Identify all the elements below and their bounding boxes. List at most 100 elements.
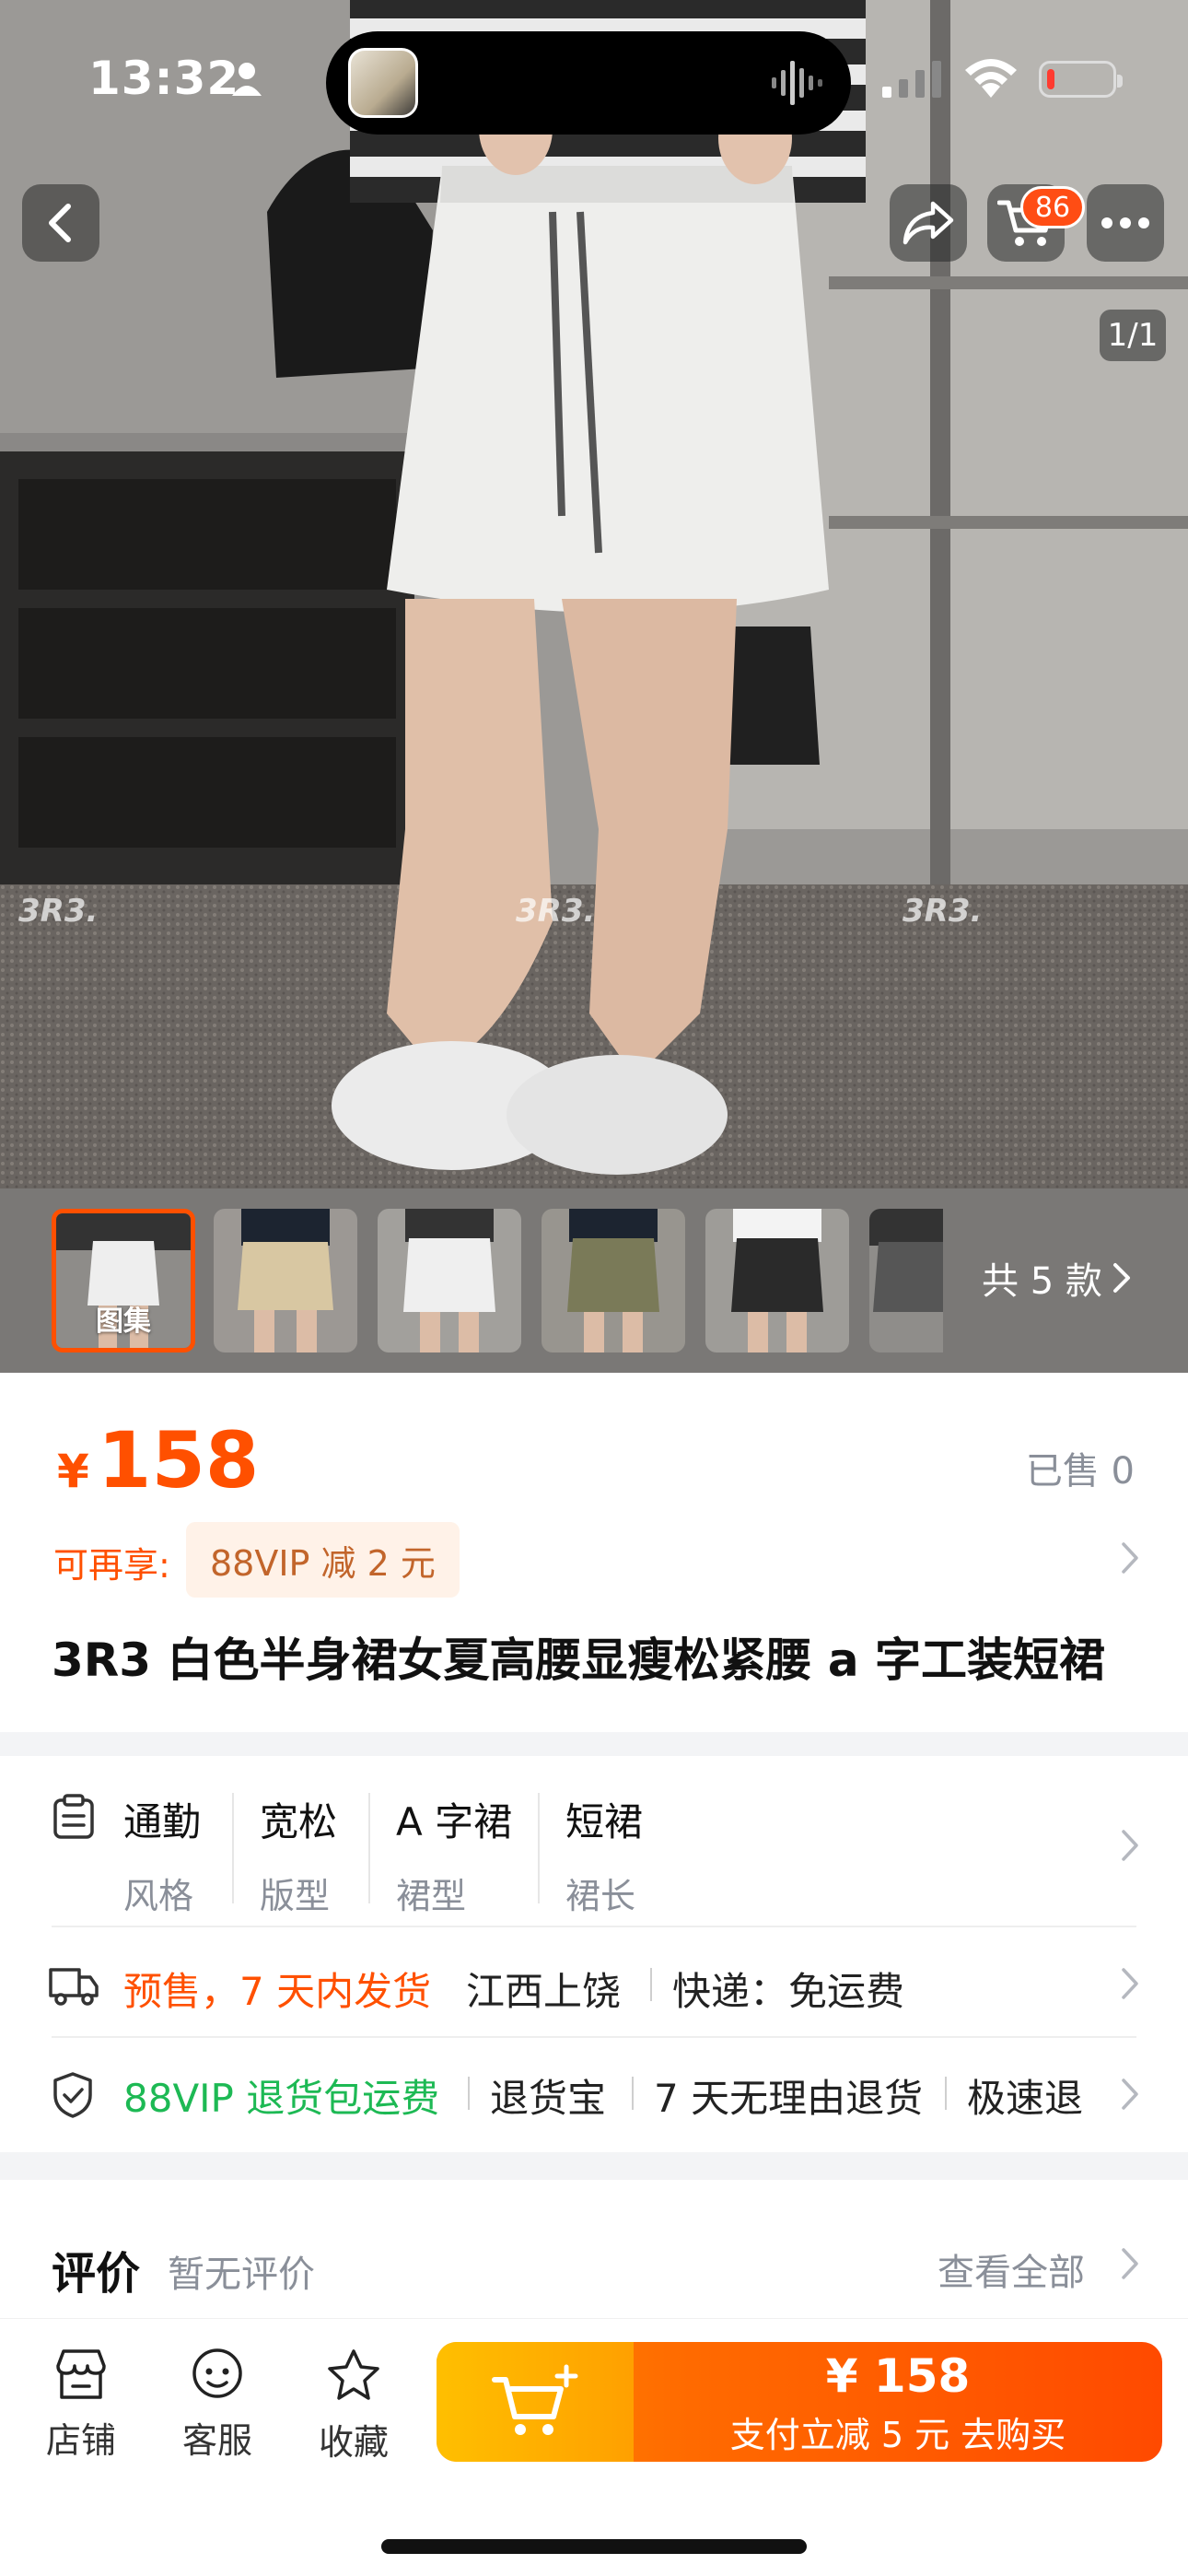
attribute-value: 宽松	[260, 1799, 338, 1844]
more-button[interactable]	[1087, 184, 1164, 262]
store-label: 店铺	[45, 2420, 116, 2461]
section-divider	[0, 2152, 1188, 2180]
attribute-skirt-type[interactable]: A 字裙 裙型	[396, 1791, 512, 1918]
attribute-fit[interactable]: 宽松 版型	[260, 1791, 337, 1918]
guarantee-item: 极速退	[967, 2076, 1084, 2121]
price-currency: ¥	[57, 1445, 89, 1498]
separator	[650, 1968, 652, 2001]
chevron-right-icon[interactable]	[1120, 1828, 1140, 1863]
chat-bubble-icon	[192, 2348, 242, 2398]
back-button[interactable]	[22, 184, 99, 262]
thumbnail-gallery[interactable]: 图集	[52, 1209, 195, 1352]
chevron-right-icon[interactable]	[1120, 2246, 1140, 2281]
favorite-label: 收藏	[318, 2422, 389, 2463]
home-indicator	[381, 2539, 807, 2554]
shield-check-icon	[53, 2072, 92, 2118]
guarantee-item: 7 天无理由退货	[654, 2076, 924, 2121]
attribute-style[interactable]: 通勤 风格	[123, 1791, 201, 1918]
attribute-separator	[232, 1793, 234, 1903]
more-dots-icon	[1101, 217, 1149, 228]
chevron-right-icon[interactable]	[1120, 1966, 1140, 2001]
thumbnail-gallery-label: 图集	[96, 1306, 151, 1338]
product-title: 3R3 白色半身裙女夏高腰显瘦松紧腰 a 字工装短裙	[52, 1633, 1106, 1687]
svg-text:3R3.: 3R3.	[903, 893, 982, 930]
image-counter: 1/1	[1100, 310, 1166, 361]
separator	[632, 2077, 634, 2110]
product-price: 158	[98, 1415, 260, 1505]
now-playing-thumbnail	[348, 48, 418, 118]
status-time: 13:32	[88, 52, 240, 105]
thumbnail-image	[378, 1209, 521, 1352]
guarantee-row[interactable]: 88VIP 退货包运费 退货宝 7 天无理由退货 极速退	[123, 2067, 1090, 2123]
thumbnail-image	[542, 1209, 685, 1352]
attribute-key: 裙长	[565, 1876, 636, 1916]
attribute-separator	[538, 1793, 540, 1903]
service-label: 客服	[181, 2420, 252, 2461]
status-bar: 13:32	[0, 0, 1188, 157]
buy-price: ¥ 158	[825, 2349, 971, 2403]
thumbnail-image	[214, 1209, 357, 1352]
audio-wave-icon	[772, 61, 822, 105]
attribute-value: 短裙	[565, 1799, 644, 1844]
section-divider	[0, 1732, 1188, 1756]
thumbnail-image	[705, 1209, 849, 1352]
thumbnail-style-black[interactable]	[705, 1209, 849, 1352]
guarantee-item: 退货宝	[490, 2076, 607, 2121]
buy-subtitle: 支付立减 5 元 去购买	[729, 2415, 1066, 2455]
cart-count-badge: 86	[1020, 186, 1085, 228]
sold-count: 已售 0	[1025, 1450, 1135, 1493]
battery-icon	[1039, 61, 1123, 98]
review-status: 暂无评价	[168, 2254, 315, 2296]
ship-from-text: 江西上饶	[466, 1969, 622, 2014]
style-count-label: 共 5 款	[982, 1260, 1102, 1303]
cellular-signal-icon	[882, 61, 941, 98]
add-to-cart-button[interactable]	[437, 2342, 634, 2462]
star-icon	[328, 2349, 379, 2400]
attribute-value: 通勤	[123, 1799, 202, 1844]
attribute-separator	[368, 1793, 370, 1903]
share-icon	[903, 201, 954, 245]
row-divider	[52, 1926, 1136, 1927]
express-text: 快递：免运费	[672, 1969, 905, 2014]
chevron-right-icon[interactable]	[1120, 1540, 1140, 1575]
separator	[468, 2077, 470, 2110]
attribute-key: 风格	[123, 1876, 194, 1916]
store-button[interactable]: 店铺	[26, 2348, 136, 2463]
truck-icon	[49, 1968, 99, 2006]
store-icon	[56, 2349, 106, 2399]
attribute-key: 版型	[260, 1876, 331, 1916]
thumbnail-image	[869, 1209, 943, 1352]
customer-service-button[interactable]: 客服	[162, 2348, 273, 2463]
thumbnail-style-olive[interactable]	[542, 1209, 685, 1352]
style-thumbnail-strip: 图集 共 5 款	[0, 1188, 1188, 1373]
thumbnail-style-partial[interactable]	[869, 1209, 943, 1352]
chevron-right-icon[interactable]	[1120, 2077, 1140, 2112]
view-all-styles[interactable]: 共 5 款	[982, 1251, 1132, 1305]
chevron-right-icon	[1112, 1263, 1130, 1293]
vip-discount-chip[interactable]: 88VIP 减 2 元	[186, 1522, 460, 1598]
wifi-icon	[965, 59, 1017, 98]
vip-return-text: 88VIP 退货包运费	[123, 2076, 440, 2121]
presale-text: 预售，7 天内发货	[123, 1969, 432, 2014]
thumbnail-style-white[interactable]	[378, 1209, 521, 1352]
view-all-reviews-link[interactable]: 查看全部	[938, 2242, 1085, 2296]
product-hero-image[interactable]: 3R3. 3R3. 3R3. 13:32 86 1/1	[0, 0, 1188, 1188]
clipboard-icon	[53, 1794, 94, 1839]
person-icon	[232, 63, 262, 96]
share-button[interactable]	[890, 184, 967, 262]
attribute-length[interactable]: 短裙 裙长	[565, 1791, 643, 1918]
attribute-value: A 字裙	[396, 1799, 513, 1844]
favorite-button[interactable]: 收藏	[298, 2348, 409, 2465]
attribute-key: 裙型	[396, 1876, 467, 1916]
svg-text:3R3.: 3R3.	[18, 893, 98, 930]
product-photo: 3R3. 3R3. 3R3.	[0, 0, 1188, 1188]
vip-discount-label: 可再享:	[53, 1545, 170, 1586]
thumbnail-style-khaki[interactable]	[214, 1209, 357, 1352]
svg-text:3R3.: 3R3.	[516, 893, 595, 930]
chevron-left-icon	[49, 204, 71, 242]
dynamic-island	[326, 31, 851, 135]
buy-now-button[interactable]: ¥ 158 支付立减 5 元 去购买	[437, 2342, 1162, 2462]
row-divider	[52, 2036, 1136, 2038]
add-to-cart-icon	[492, 2364, 578, 2435]
review-title: 评价	[52, 2248, 141, 2300]
